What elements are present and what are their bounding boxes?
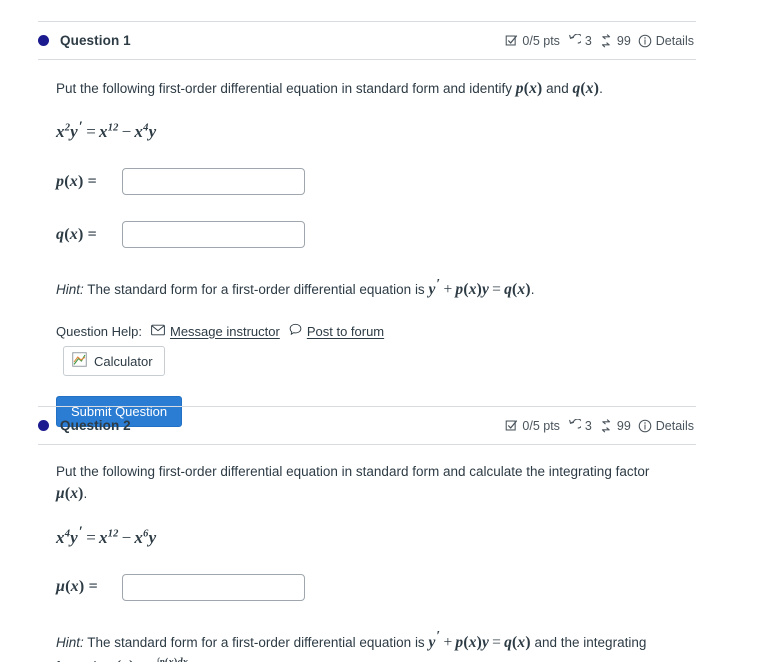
prompt-text-pre: Put the following first-order differenti… — [56, 81, 516, 96]
message-instructor-link[interactable]: Message instructor — [151, 324, 280, 339]
question-equation: x2y′ = x12− x4y — [56, 118, 157, 142]
exchanges-value: 99 — [616, 33, 631, 48]
hint-label: Hint: — [56, 282, 84, 298]
attempts-group: 3 — [567, 33, 592, 48]
hint-label: Hint: — [56, 634, 84, 650]
answer-row-qx: q(x) = — [56, 221, 696, 249]
info-circle-icon[interactable] — [638, 34, 652, 48]
hint-text: The standard form for a first-order diff… — [83, 634, 429, 650]
prompt-text-mid: and — [542, 81, 573, 96]
question-prompt: Put the following first-order differenti… — [56, 462, 676, 506]
points-group: 0/5 pts — [505, 34, 560, 48]
checkbox-check-icon — [505, 34, 518, 47]
question-title-group-1: Question 1 — [38, 33, 131, 48]
hint-math-integrating-factor: μ(x)=e∫p(x)dx — [107, 656, 189, 662]
exchanges-group: 99 — [599, 34, 631, 48]
question-status-dot — [38, 420, 49, 431]
details-group[interactable]: Details — [638, 34, 694, 48]
question-help-label: Question Help: — [56, 323, 142, 339]
undo-arrow-icon — [567, 33, 581, 48]
question-meta-1: 0/5 pts 3 99 Details — [505, 33, 694, 48]
prompt-math-px: p(x) — [515, 80, 543, 97]
speech-bubble-icon — [289, 323, 302, 339]
post-to-forum-label: Post to forum — [306, 323, 385, 339]
hint-text: The standard form for a first-order diff… — [83, 282, 429, 298]
question-title: Question 2 — [60, 418, 131, 433]
question-block-1: Question 1 0/5 pts 3 99 Details Put the … — [38, 21, 696, 428]
answer-label-qx: q(x) = — [56, 225, 97, 243]
calculator-label: Calculator — [94, 353, 153, 369]
exchange-arrows-icon — [599, 33, 613, 48]
attempts-value: 3 — [584, 33, 592, 48]
info-circle-icon[interactable] — [638, 419, 652, 433]
calculator-button[interactable]: Calculator — [63, 346, 165, 377]
assignment-page: Question 1 0/5 pts 3 99 Details Put the … — [0, 0, 772, 662]
exchange-arrows-icon — [599, 418, 613, 433]
answer-label-mux: μ(x) = — [56, 578, 98, 595]
answer-row-px: p(x) = — [56, 168, 696, 196]
prompt-text-post: . — [599, 81, 603, 96]
undo-arrow-icon — [567, 418, 581, 433]
hint-end: . — [530, 282, 535, 298]
answer-input-qx[interactable] — [122, 221, 305, 249]
points-value: 0/5 pts — [522, 418, 560, 433]
question-meta-2: 0/5 pts 3 99 Details — [505, 418, 694, 433]
post-to-forum-link[interactable]: Post to forum — [289, 323, 384, 339]
question-status-dot — [38, 35, 49, 46]
details-link[interactable]: Details — [656, 34, 694, 48]
prompt-math-mux: μ(x) — [56, 485, 84, 503]
details-link[interactable]: Details — [656, 419, 694, 433]
points-group: 0/5 pts — [505, 419, 560, 433]
question-hint: Hint: The standard form for a first-orde… — [56, 628, 656, 662]
details-group[interactable]: Details — [638, 419, 694, 433]
question-body-2: Put the following first-order differenti… — [38, 445, 696, 662]
checkbox-check-icon — [505, 419, 518, 432]
question-body-1: Put the following first-order differenti… — [38, 60, 696, 428]
envelope-icon — [151, 324, 165, 339]
attempts-group: 3 — [567, 418, 592, 433]
question-title-group-2: Question 2 — [38, 418, 131, 433]
attempts-value: 3 — [584, 418, 592, 433]
question-header-1: Question 1 0/5 pts 3 99 Details — [38, 21, 696, 60]
question-header-2: Question 2 0/5 pts 3 99 Details — [38, 406, 696, 445]
message-instructor-label: Message instructor — [170, 323, 280, 339]
hint-math: y′ + p(x)y = q(x) — [428, 628, 531, 651]
exchanges-value: 99 — [616, 418, 631, 433]
hint-end: . — [188, 659, 192, 662]
points-value: 0/5 pts — [522, 33, 560, 48]
answer-label-px: p(x) = — [56, 172, 97, 190]
prompt-text-pre: Put the following first-order differenti… — [56, 464, 650, 479]
hint-math: y′ + p(x)y = q(x) — [428, 276, 531, 299]
exchanges-group: 99 — [599, 419, 631, 433]
graph-chart-icon — [72, 352, 87, 370]
prompt-text-post: . — [83, 486, 88, 502]
question-equation: x4y′ = x12− x6y — [56, 523, 157, 547]
answer-row-mux: μ(x) = — [56, 573, 696, 601]
answer-input-mux[interactable] — [122, 573, 305, 601]
question-block-2: Question 2 0/5 pts 3 99 Details Put the … — [38, 406, 696, 662]
prompt-math-qx: q(x) — [572, 80, 600, 97]
question-title: Question 1 — [60, 33, 131, 48]
answer-input-px[interactable] — [122, 168, 305, 196]
question-help-row: Question Help: Message instructor Post t… — [56, 323, 696, 339]
question-hint: Hint: The standard form for a first-orde… — [56, 276, 656, 302]
question-prompt: Put the following first-order differenti… — [56, 77, 676, 100]
